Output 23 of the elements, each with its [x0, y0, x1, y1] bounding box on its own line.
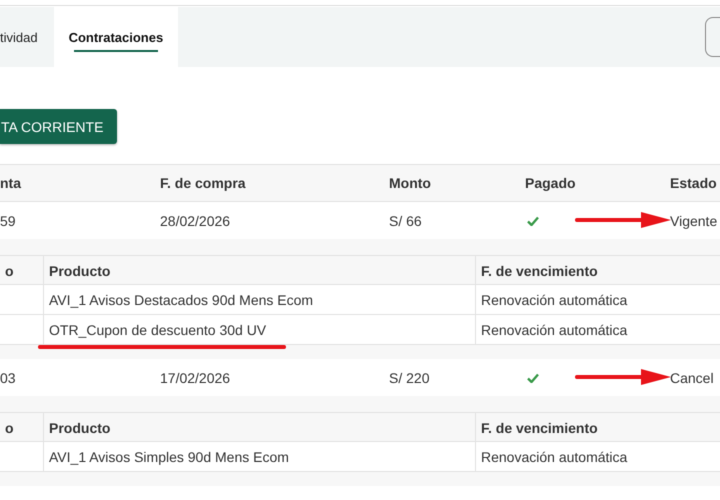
- table-cell: Renovación automática: [475, 315, 720, 344]
- column-header: Pagado: [525, 175, 577, 191]
- tab[interactable]: Contrataciones: [54, 7, 178, 67]
- table-cell-text: S/ 220: [389, 370, 430, 386]
- tab[interactable]: tividad: [0, 7, 54, 67]
- partial-button[interactable]: [705, 17, 720, 57]
- status-text: Vigente: [670, 212, 718, 228]
- column-header: o: [4, 418, 15, 438]
- column-header: F. de compra: [160, 175, 247, 191]
- table-cell-text: S/ 66: [389, 212, 423, 228]
- table-cell-text: 03: [0, 370, 17, 386]
- table-cell: AVI_1 Avisos Simples 90d Mens Ecom: [43, 442, 475, 471]
- account-button[interactable]: TA CORRIENTE: [0, 109, 118, 144]
- column-header: Monto: [389, 175, 432, 191]
- table-cell-text: 28/02/2026: [160, 212, 232, 228]
- column-header: Estado: [670, 175, 718, 191]
- column-header: nta: [0, 175, 22, 191]
- table-cell: OTR_Cupon de descuento 30d UV: [43, 315, 475, 344]
- column-header: o: [4, 262, 15, 280]
- table-cell-text: 59: [0, 212, 17, 228]
- table-cell-text: 17/02/2026: [160, 370, 232, 386]
- status-text: Cancel: [670, 370, 715, 386]
- table-cell: Renovación automática: [475, 442, 720, 471]
